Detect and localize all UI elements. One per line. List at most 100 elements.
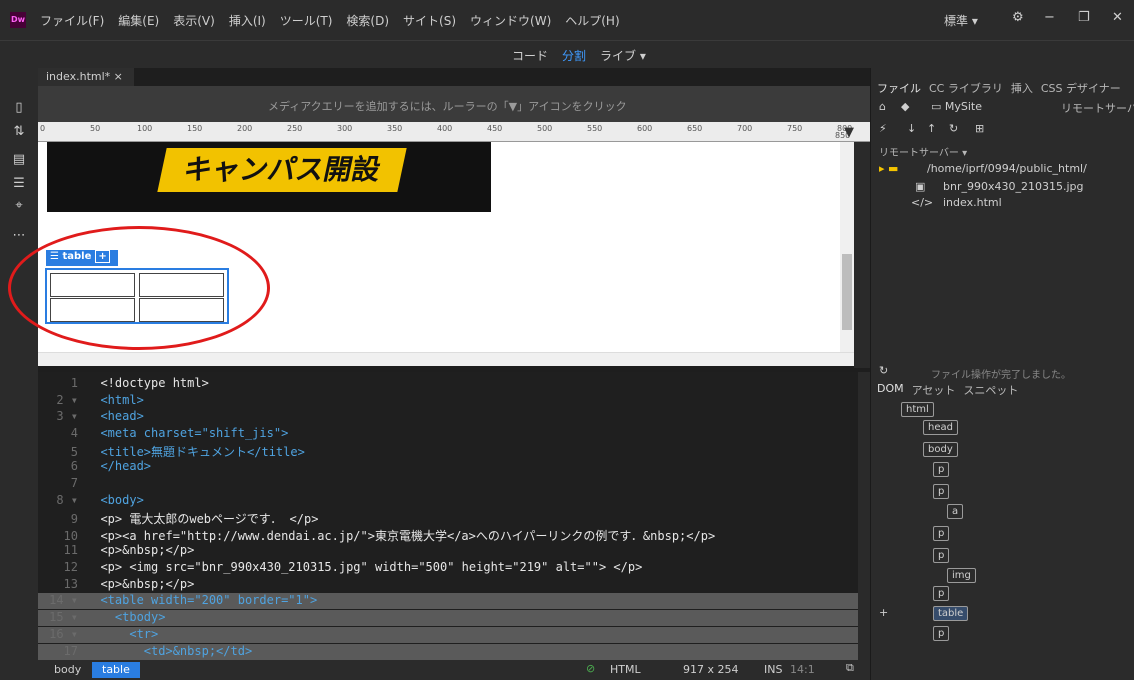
tab-dom[interactable]: DOM (877, 382, 904, 398)
refresh-status-icon[interactable]: ↻ (879, 364, 888, 377)
code-line[interactable]: 3 ▾ <head> (38, 409, 858, 425)
menu-find[interactable]: 検索(D) (346, 12, 389, 29)
code-view-scrollbar[interactable] (858, 372, 870, 660)
file-item[interactable]: index.html (943, 196, 1002, 209)
menu-bar: Dw ファイル(F) 編集(E) 表示(V) 挿入(I) ツール(T) 検索(D… (0, 0, 1134, 40)
image-file-icon: ▣ (915, 180, 926, 193)
code-text: <title>無題ドキュメント</title> (86, 445, 305, 459)
dom-node[interactable]: head (923, 420, 958, 435)
connect-icon[interactable]: ⚡ (879, 122, 887, 135)
dom-node[interactable]: p (933, 526, 950, 541)
view-splitter[interactable] (854, 142, 870, 368)
new-document-icon[interactable]: ▯ (9, 100, 29, 120)
ruler-tick: 450 (487, 124, 503, 133)
ruler-tick: 700 (737, 124, 753, 133)
dom-node[interactable]: a (947, 504, 964, 519)
code-line[interactable]: 1 <!doctype html> (38, 376, 858, 392)
status-bar: body table ⊘ HTML 917 x 254 INS 14:1 ⧉ (38, 660, 870, 680)
workspace-switcher[interactable]: 標準 ▾ (944, 12, 978, 29)
code-line[interactable]: 12 <p> <img src="bnr_990x430_210315.jpg"… (38, 560, 858, 576)
sync-settings-icon[interactable]: ⚙ (1012, 10, 1024, 25)
media-query-marker-icon[interactable]: ▼ (844, 125, 854, 140)
banner-image[interactable]: キャンパス開設 (47, 142, 491, 212)
breadcrumb-body[interactable]: body (44, 662, 91, 678)
tab-insert[interactable]: 挿入 (1011, 80, 1033, 96)
live-preview-icon[interactable]: ⧉ (846, 661, 854, 675)
tab-files[interactable]: ファイル (877, 80, 921, 96)
put-files-icon[interactable]: ↑ (927, 122, 936, 135)
site-select[interactable]: ▭ MySite (931, 100, 982, 113)
code-line[interactable]: 8 ▾ <body> (38, 493, 858, 509)
dom-node[interactable]: html (901, 402, 934, 417)
remote-server-select[interactable]: リモートサーバー (1061, 100, 1134, 116)
dom-node[interactable]: p (933, 548, 950, 563)
refresh-icon[interactable]: ↻ (949, 122, 958, 135)
site-manage-icon[interactable]: ◆ (901, 100, 909, 113)
code-text: </head> (86, 459, 152, 473)
menu-site[interactable]: サイト(S) (403, 12, 456, 29)
get-files-icon[interactable]: ↓ (907, 122, 916, 135)
more-tools-icon[interactable]: ⋯ (9, 228, 29, 248)
menu-window[interactable]: ウィンドウ(W) (470, 12, 551, 29)
code-view[interactable]: 1 <!doctype html> 2 ▾ <html> 3 ▾ <head> … (38, 372, 858, 660)
add-element-icon[interactable]: + (879, 606, 888, 619)
code-line[interactable]: 11 <p>&nbsp;</p> (38, 543, 858, 559)
format-source-icon[interactable]: ☰ (9, 176, 29, 196)
document-tab[interactable]: index.html* × (38, 68, 134, 86)
code-line[interactable]: 2 ▾ <html> (38, 393, 858, 409)
view-split-button[interactable]: 分割 (562, 47, 586, 64)
menu-insert[interactable]: 挿入(I) (229, 12, 266, 29)
view-code-button[interactable]: コード (512, 47, 548, 64)
tab-assets[interactable]: アセット (912, 382, 956, 398)
document-type-select[interactable]: HTML (610, 663, 641, 676)
code-line[interactable]: 5 <title>無題ドキュメント</title> (38, 443, 858, 459)
dom-node[interactable]: p (933, 462, 950, 477)
menu-file[interactable]: ファイル(F) (40, 12, 104, 29)
restore-icon[interactable]: ❐ (1078, 10, 1090, 25)
code-line[interactable]: 9 <p> 電大太郎のwebページです． </p> (38, 510, 858, 526)
dom-node-selected[interactable]: table (933, 606, 969, 621)
menu-edit[interactable]: 編集(E) (118, 12, 159, 29)
code-line[interactable]: 4 <meta charset="shift_jis"> (38, 426, 858, 442)
menu-tools[interactable]: ツール(T) (280, 12, 333, 29)
file-activity-icon[interactable]: ⇅ (9, 124, 29, 144)
remote-server-header[interactable]: リモートサーバー ▾ (879, 144, 967, 159)
file-item[interactable]: bnr_990x430_210315.jpg (943, 180, 1084, 193)
line-number: 10 (63, 529, 78, 543)
live-view-horizontal-scrollbar[interactable] (38, 352, 854, 366)
code-navigator-icon[interactable]: ▤ (9, 152, 29, 172)
code-line-selected[interactable]: 14 ▾ <table width="200" border="1"> (38, 593, 858, 609)
tab-cc-libraries[interactable]: CC ライブラリ (929, 80, 1003, 96)
menu-help[interactable]: ヘルプ(H) (565, 12, 619, 29)
dom-node[interactable]: p (933, 626, 950, 641)
close-icon[interactable]: ✕ (1112, 10, 1123, 25)
scrollbar-thumb[interactable] (842, 254, 852, 330)
code-line[interactable]: 13 <p>&nbsp;</p> (38, 577, 858, 593)
breadcrumb-table[interactable]: table (92, 662, 140, 678)
code-line[interactable]: 6 </head> (38, 459, 858, 475)
view-live-button[interactable]: ライブ ▾ (600, 47, 646, 64)
target-icon[interactable]: ⌖ (9, 198, 29, 218)
remote-path[interactable]: /home/iprf/0994/public_html/ (927, 162, 1087, 175)
tab-snippets[interactable]: スニペット (963, 382, 1018, 398)
red-highlight-ellipse (8, 226, 270, 350)
tab-css-designer[interactable]: CSS デザイナー (1041, 80, 1121, 96)
insert-mode[interactable]: INS (764, 663, 782, 676)
ruler-tick: 250 (287, 124, 303, 133)
expand-icon[interactable]: ⊞ (975, 122, 984, 135)
dom-node[interactable]: p (933, 586, 950, 601)
dom-node[interactable]: p (933, 484, 950, 499)
menu-view[interactable]: 表示(V) (173, 12, 215, 29)
site-icon[interactable]: ⌂ (879, 100, 886, 113)
minimize-icon[interactable]: − (1044, 10, 1055, 25)
code-line[interactable]: 10 <p><a href="http://www.dendai.ac.jp/"… (38, 527, 858, 543)
code-line-selected[interactable]: 16 ▾ <tr> (38, 627, 858, 643)
dom-node[interactable]: body (923, 442, 958, 457)
dom-node[interactable]: img (947, 568, 976, 583)
ruler[interactable]: 0 50 100 150 200 250 300 350 400 450 500… (38, 122, 870, 142)
window-size-select[interactable]: 917 x 254 (683, 663, 739, 676)
code-line-selected[interactable]: 17 <td>&nbsp;</td> (38, 644, 858, 660)
code-line[interactable]: 7 (38, 476, 858, 492)
code-line-selected[interactable]: 15 ▾ <tbody> (38, 610, 858, 626)
line-number: 11 (63, 543, 78, 557)
